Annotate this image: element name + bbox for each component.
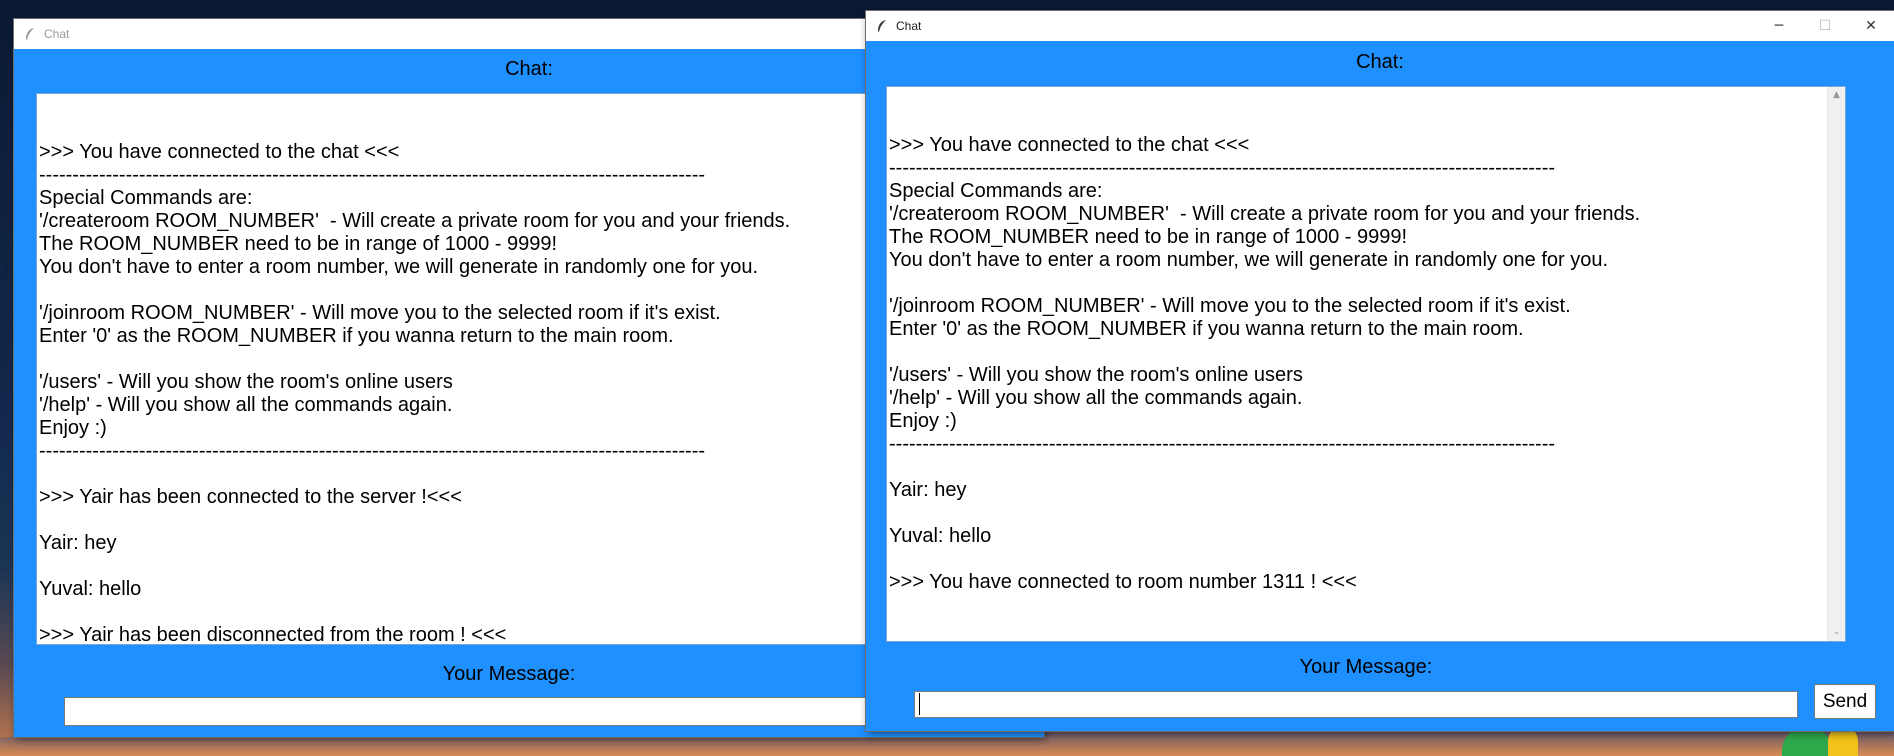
chat-line: ----------------------------------------… bbox=[889, 157, 1556, 179]
chat-line: Special Commands are: bbox=[889, 180, 1103, 202]
chat-line: >>> You have connected to the chat <<< bbox=[889, 134, 1250, 156]
message-input-wrap bbox=[914, 691, 1798, 718]
chat-line bbox=[889, 502, 1825, 525]
chat-line: You don't have to enter a room number, w… bbox=[889, 249, 1609, 271]
chat-line: '/users' - Will you show the room's onli… bbox=[889, 364, 1303, 386]
window-title: Chat bbox=[896, 19, 922, 33]
window-controls: ─ ☐ ✕ bbox=[1756, 11, 1894, 41]
title-bar[interactable]: Chat ─ ☐ ✕ bbox=[866, 11, 1894, 41]
chat-line: '/joinroom ROOM_NUMBER' - Will move you … bbox=[889, 295, 1571, 317]
chat-log[interactable]: >>> You have connected to the chat <<< --… bbox=[886, 86, 1846, 642]
chat-line bbox=[889, 341, 1825, 364]
scroll-down-icon[interactable]: ⌄ bbox=[1828, 624, 1845, 641]
chat-line bbox=[889, 456, 1825, 479]
close-icon[interactable]: ✕ bbox=[1848, 11, 1894, 41]
chat-line: '/createroom ROOM_NUMBER' - Will create … bbox=[889, 203, 1641, 225]
text-caret bbox=[919, 693, 920, 715]
feather-icon bbox=[878, 20, 886, 32]
scroll-up-icon[interactable]: ▲ bbox=[1828, 87, 1845, 104]
chat-label: Chat: bbox=[1356, 51, 1404, 73]
chat-line: Yuval: hello bbox=[889, 525, 992, 547]
message-input[interactable] bbox=[914, 691, 1798, 718]
send-button[interactable]: Send bbox=[1814, 684, 1876, 719]
message-label: Your Message: bbox=[442, 663, 576, 685]
chat-scrollbar[interactable]: ▲ ⌄ bbox=[1827, 87, 1845, 641]
chat-line: Yair: hey bbox=[889, 479, 967, 501]
chat-line: Enjoy :) bbox=[889, 410, 957, 432]
chat-line: >>> You have connected to room number 13… bbox=[889, 571, 1357, 593]
feather-icon bbox=[26, 28, 34, 40]
chat-line bbox=[889, 548, 1825, 571]
chat-line: Enter '0' as the ROOM_NUMBER if you wann… bbox=[889, 318, 1524, 340]
minimize-icon[interactable]: ─ bbox=[1756, 11, 1802, 41]
chat-line: The ROOM_NUMBER need to be in range of 1… bbox=[889, 226, 1408, 248]
chat-line: '/help' - Will you show all the commands… bbox=[889, 387, 1303, 409]
chat-line bbox=[889, 272, 1825, 295]
message-label: Your Message: bbox=[1299, 656, 1433, 678]
chat-line: ----------------------------------------… bbox=[889, 433, 1556, 455]
chat-window-right[interactable]: Chat ─ ☐ ✕ Chat: >>> You have connected … bbox=[866, 11, 1894, 731]
window-title: Chat bbox=[44, 27, 70, 41]
maximize-icon[interactable]: ☐ bbox=[1802, 11, 1848, 41]
